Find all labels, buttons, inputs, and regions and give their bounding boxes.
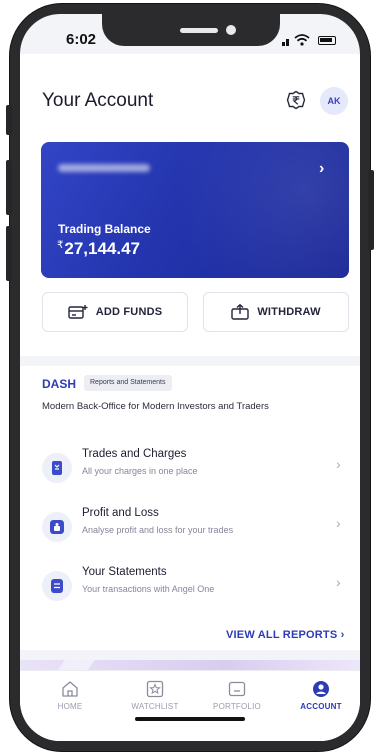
dash-title: DASH [42, 377, 77, 391]
nav-label: WATCHLIST [131, 702, 179, 711]
balance-amount: ₹27,144.47 [57, 239, 140, 259]
dash-description: Modern Back-Office for Modern Investors … [42, 401, 269, 412]
chevron-right-icon: › [340, 629, 345, 641]
add-funds-button[interactable]: ADD FUNDS [42, 292, 188, 332]
nav-account[interactable]: ACCOUNT [286, 680, 356, 711]
nav-label: HOME [57, 702, 83, 711]
account-header-section: Your Account AK › Trading Balance ₹27,14… [20, 54, 360, 356]
signal-bar [282, 42, 285, 46]
report-item-trades-and-charges[interactable]: Trades and Charges All your charges in o… [42, 447, 348, 493]
bottom-navigation: HOME WATCHLIST PORTFOLIO ACCOUNT [20, 670, 360, 741]
report-icon-bg [42, 453, 72, 483]
profit-loss-icon [50, 520, 64, 534]
power-button [368, 170, 374, 250]
home-indicator [135, 717, 245, 721]
speaker-grille [180, 28, 218, 33]
report-subtitle: Your transactions with Angel One [82, 584, 215, 594]
battery-icon [318, 36, 336, 45]
add-funds-icon [68, 305, 88, 319]
withdraw-label: WITHDRAW [257, 306, 321, 318]
nav-watchlist[interactable]: WATCHLIST [120, 680, 190, 711]
dash-badge: Reports and Statements [84, 375, 172, 391]
report-item-your-statements[interactable]: Your Statements Your transactions with A… [42, 565, 348, 611]
dash-reports-section: DASH Reports and Statements Modern Back-… [20, 366, 360, 650]
nav-label: PORTFOLIO [213, 702, 261, 711]
report-subtitle: All your charges in one place [82, 466, 198, 476]
add-funds-label: ADD FUNDS [95, 306, 163, 318]
chevron-right-icon: › [336, 515, 341, 531]
statement-icon [51, 579, 63, 593]
chevron-right-icon[interactable]: › [319, 160, 324, 178]
account-name-redacted [58, 164, 150, 172]
currency-symbol: ₹ [57, 240, 64, 251]
nav-portfolio[interactable]: PORTFOLIO [202, 680, 272, 711]
page-title: Your Account [42, 90, 154, 111]
view-all-label: VIEW ALL REPORTS [226, 629, 338, 641]
withdraw-button[interactable]: WITHDRAW [203, 292, 349, 332]
trading-balance-card[interactable]: › Trading Balance ₹27,144.47 [41, 142, 349, 278]
view-all-reports-link[interactable]: VIEW ALL REPORTS › [226, 629, 345, 641]
report-icon-bg [42, 512, 72, 542]
report-item-profit-and-loss[interactable]: Profit and Loss Analyse profit and loss … [42, 506, 348, 552]
portfolio-icon [228, 681, 246, 697]
report-icon-bg [42, 571, 72, 601]
nav-home[interactable]: HOME [35, 680, 105, 711]
mute-switch [6, 105, 12, 135]
screen: Your Account AK › Trading Balance ₹27,14… [20, 14, 360, 741]
report-title: Profit and Loss [82, 507, 159, 519]
nav-label: ACCOUNT [300, 702, 342, 711]
chevron-right-icon: › [336, 456, 341, 472]
wifi-icon [294, 34, 310, 46]
front-camera [226, 25, 236, 35]
balance-amount-value: 27,144.47 [64, 239, 141, 258]
status-icons [282, 34, 342, 46]
signal-bar [286, 39, 289, 46]
star-icon [146, 680, 164, 698]
status-time: 6:02 [66, 31, 97, 48]
device-notch [102, 14, 280, 46]
volume-down-button [6, 226, 12, 281]
avatar[interactable]: AK [320, 87, 348, 115]
report-subtitle: Analyse profit and loss for your trades [82, 525, 234, 535]
rupee-shield-icon[interactable] [286, 90, 306, 110]
volume-up-button [6, 160, 12, 215]
bookmark-receipt-icon [52, 461, 62, 475]
report-title: Your Statements [82, 566, 167, 578]
report-title: Trades and Charges [82, 448, 187, 460]
account-icon [313, 681, 329, 697]
balance-label: Trading Balance [58, 222, 151, 236]
withdraw-icon [231, 304, 250, 320]
home-icon [62, 681, 78, 697]
chevron-right-icon: › [336, 574, 341, 590]
